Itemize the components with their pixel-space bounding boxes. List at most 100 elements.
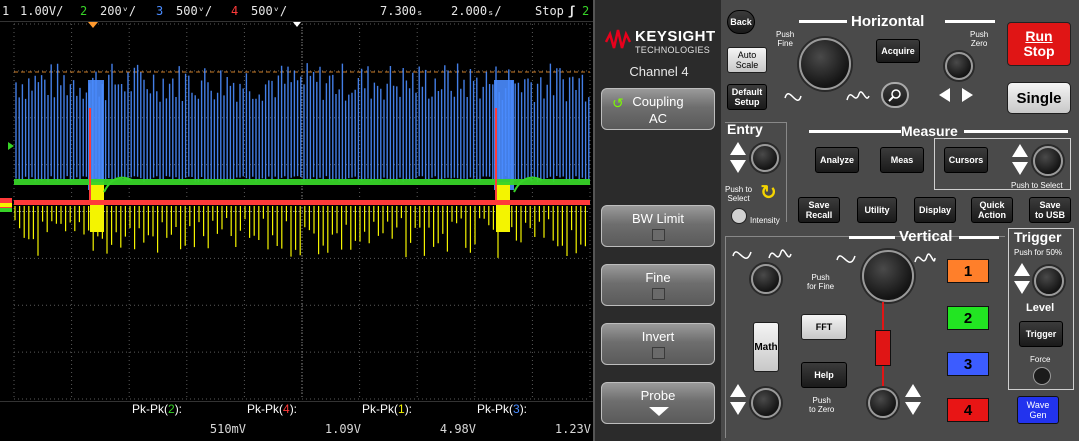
- auto-scale-button[interactable]: Auto Scale: [727, 47, 767, 73]
- cursors-down-icon[interactable]: [1012, 162, 1028, 175]
- trigger-down-icon[interactable]: [1014, 281, 1030, 294]
- measurement-pkpk-2[interactable]: Pk-Pk(2): 510mV: [132, 403, 246, 440]
- ch-offset-knob-small[interactable]: [751, 388, 781, 418]
- single-button[interactable]: Single: [1007, 82, 1071, 114]
- ch3-scale[interactable]: 500ᵛ/: [176, 4, 212, 18]
- push-fine-label: Push Fine: [776, 30, 795, 48]
- default-setup-button[interactable]: Default Setup: [727, 84, 767, 110]
- position-down-icon[interactable]: [905, 402, 921, 415]
- channel-2-marker: [0, 208, 12, 212]
- magnifier-icon: [888, 89, 901, 102]
- softkey-label: Fine: [645, 270, 671, 285]
- vertical-position-knob[interactable]: [868, 388, 898, 418]
- measurement-value: 510mV: [209, 422, 246, 436]
- channel-3-button[interactable]: 3: [947, 352, 989, 376]
- position-up-icon[interactable]: [905, 384, 921, 397]
- scope-display: 1 1.00V/ 2 200ᵛ/ 3 500ᵛ/ 4 500ᵛ/ 7.300ₛ …: [0, 0, 593, 441]
- utility-button[interactable]: Utility: [857, 197, 897, 223]
- ch1-number[interactable]: 1: [2, 4, 9, 18]
- channel-4-spike: [89, 108, 91, 204]
- brand-name: KEYSIGHT: [635, 28, 716, 45]
- entry-down-icon[interactable]: [730, 160, 746, 173]
- narrow-wave-icon: [914, 253, 936, 263]
- force-trigger-button[interactable]: [1033, 367, 1051, 385]
- push-for-fine-label: Push for Fine: [807, 273, 835, 291]
- softkey-coupling[interactable]: ↺ Coupling AC: [601, 88, 715, 130]
- channel-4-button[interactable]: 4: [947, 398, 989, 422]
- force-label: Force: [1030, 355, 1051, 364]
- push-to-select-label: Push to Select: [725, 185, 753, 203]
- ch-offset-down-icon[interactable]: [730, 402, 746, 415]
- channel-1-button[interactable]: 1: [947, 259, 989, 283]
- measurement-value: 4.98V: [439, 422, 476, 436]
- softkey-bw-limit[interactable]: BW Limit: [601, 205, 715, 247]
- cursors-up-icon[interactable]: [1012, 144, 1028, 157]
- quick-action-button[interactable]: Quick Action: [971, 197, 1013, 223]
- cursors-push-label: Push to Select: [1011, 181, 1063, 190]
- horizontal-position-knob[interactable]: [945, 52, 973, 80]
- cursors-button[interactable]: Cursors: [944, 147, 988, 173]
- save-to-usb-button[interactable]: Save to USB: [1029, 197, 1071, 223]
- channel-1-burst: [496, 182, 510, 232]
- keysight-wave-icon: [605, 29, 631, 49]
- analyze-button[interactable]: Analyze: [815, 147, 859, 173]
- measurement-pkpk-4[interactable]: Pk-Pk(4): 1.09V: [247, 403, 361, 440]
- brand-sub: TECHNOLOGIES: [635, 45, 711, 55]
- run-stop-button[interactable]: Run Stop: [1007, 22, 1071, 66]
- trigger-level-knob[interactable]: [1034, 266, 1064, 296]
- vertical-scale-knob[interactable]: [862, 250, 914, 302]
- zoom-button[interactable]: [881, 82, 909, 108]
- ch1-scale[interactable]: 1.00V/: [20, 4, 63, 18]
- checkbox-icon: [652, 347, 665, 359]
- ch3-number[interactable]: 3: [156, 4, 163, 18]
- checkbox-icon: [652, 229, 665, 241]
- softkey-fine[interactable]: Fine: [601, 264, 715, 306]
- vertical-title: Vertical: [899, 228, 953, 245]
- ch-offset-up-icon[interactable]: [730, 384, 746, 397]
- softkey-value: AC: [648, 111, 668, 126]
- wide-wave-icon: [732, 251, 752, 259]
- channel-2-trace: [14, 179, 590, 185]
- push-to-zero-label: Push to Zero: [809, 396, 835, 414]
- entry-knob[interactable]: [751, 144, 779, 172]
- measurement-pkpk-3[interactable]: Pk-Pk(3): 1.23V: [477, 403, 591, 440]
- entry-up-icon[interactable]: [730, 142, 746, 155]
- measurement-pkpk-1[interactable]: Pk-Pk(1): 4.98V: [362, 403, 476, 440]
- ch4-scale[interactable]: 500ᵛ/: [251, 4, 287, 18]
- narrow-wave-icon: [846, 91, 870, 101]
- channel-4-trace: [14, 200, 590, 205]
- nav-right-icon[interactable]: [962, 88, 973, 102]
- trigger-up-icon[interactable]: [1014, 263, 1030, 276]
- back-button[interactable]: Back: [727, 10, 755, 34]
- level-label: Level: [1026, 302, 1055, 314]
- fft-button[interactable]: FFT: [801, 314, 847, 340]
- trigger-source[interactable]: 2: [582, 4, 593, 18]
- wave-gen-button[interactable]: Wave Gen: [1017, 396, 1059, 424]
- cursors-knob[interactable]: [1033, 146, 1063, 176]
- trigger-edge-icon: ʃ: [568, 4, 576, 18]
- display-button[interactable]: Display: [914, 197, 956, 223]
- ch2-scale[interactable]: 200ᵛ/: [100, 4, 136, 18]
- ch2-number[interactable]: 2: [80, 4, 87, 18]
- select-arrow-icon: ↻: [760, 180, 777, 204]
- measure-title: Measure: [901, 123, 958, 139]
- horizontal-scale-knob[interactable]: [799, 38, 851, 90]
- nav-left-icon[interactable]: [939, 88, 950, 102]
- time-scale[interactable]: 2.000ₛ/: [451, 4, 502, 18]
- run-label: Run: [1025, 28, 1053, 44]
- save-recall-button[interactable]: Save Recall: [798, 197, 840, 223]
- ch4-number[interactable]: 4: [231, 4, 238, 18]
- time-position[interactable]: 7.300ₛ: [380, 4, 423, 18]
- meas-button[interactable]: Meas: [880, 147, 924, 173]
- acquire-button[interactable]: Acquire: [876, 39, 920, 63]
- help-button[interactable]: Help: [801, 362, 847, 388]
- run-state: Stop: [535, 4, 564, 18]
- softkey-invert[interactable]: Invert: [601, 323, 715, 365]
- math-button[interactable]: Math: [753, 322, 779, 372]
- intensity-knob[interactable]: [731, 208, 747, 224]
- ch-scale-knob-small[interactable]: [751, 264, 781, 294]
- intensity-label: Intensity: [750, 216, 780, 225]
- channel-2-button[interactable]: 2: [947, 306, 989, 330]
- trigger-button[interactable]: Trigger: [1019, 321, 1063, 347]
- softkey-probe[interactable]: Probe: [601, 382, 715, 424]
